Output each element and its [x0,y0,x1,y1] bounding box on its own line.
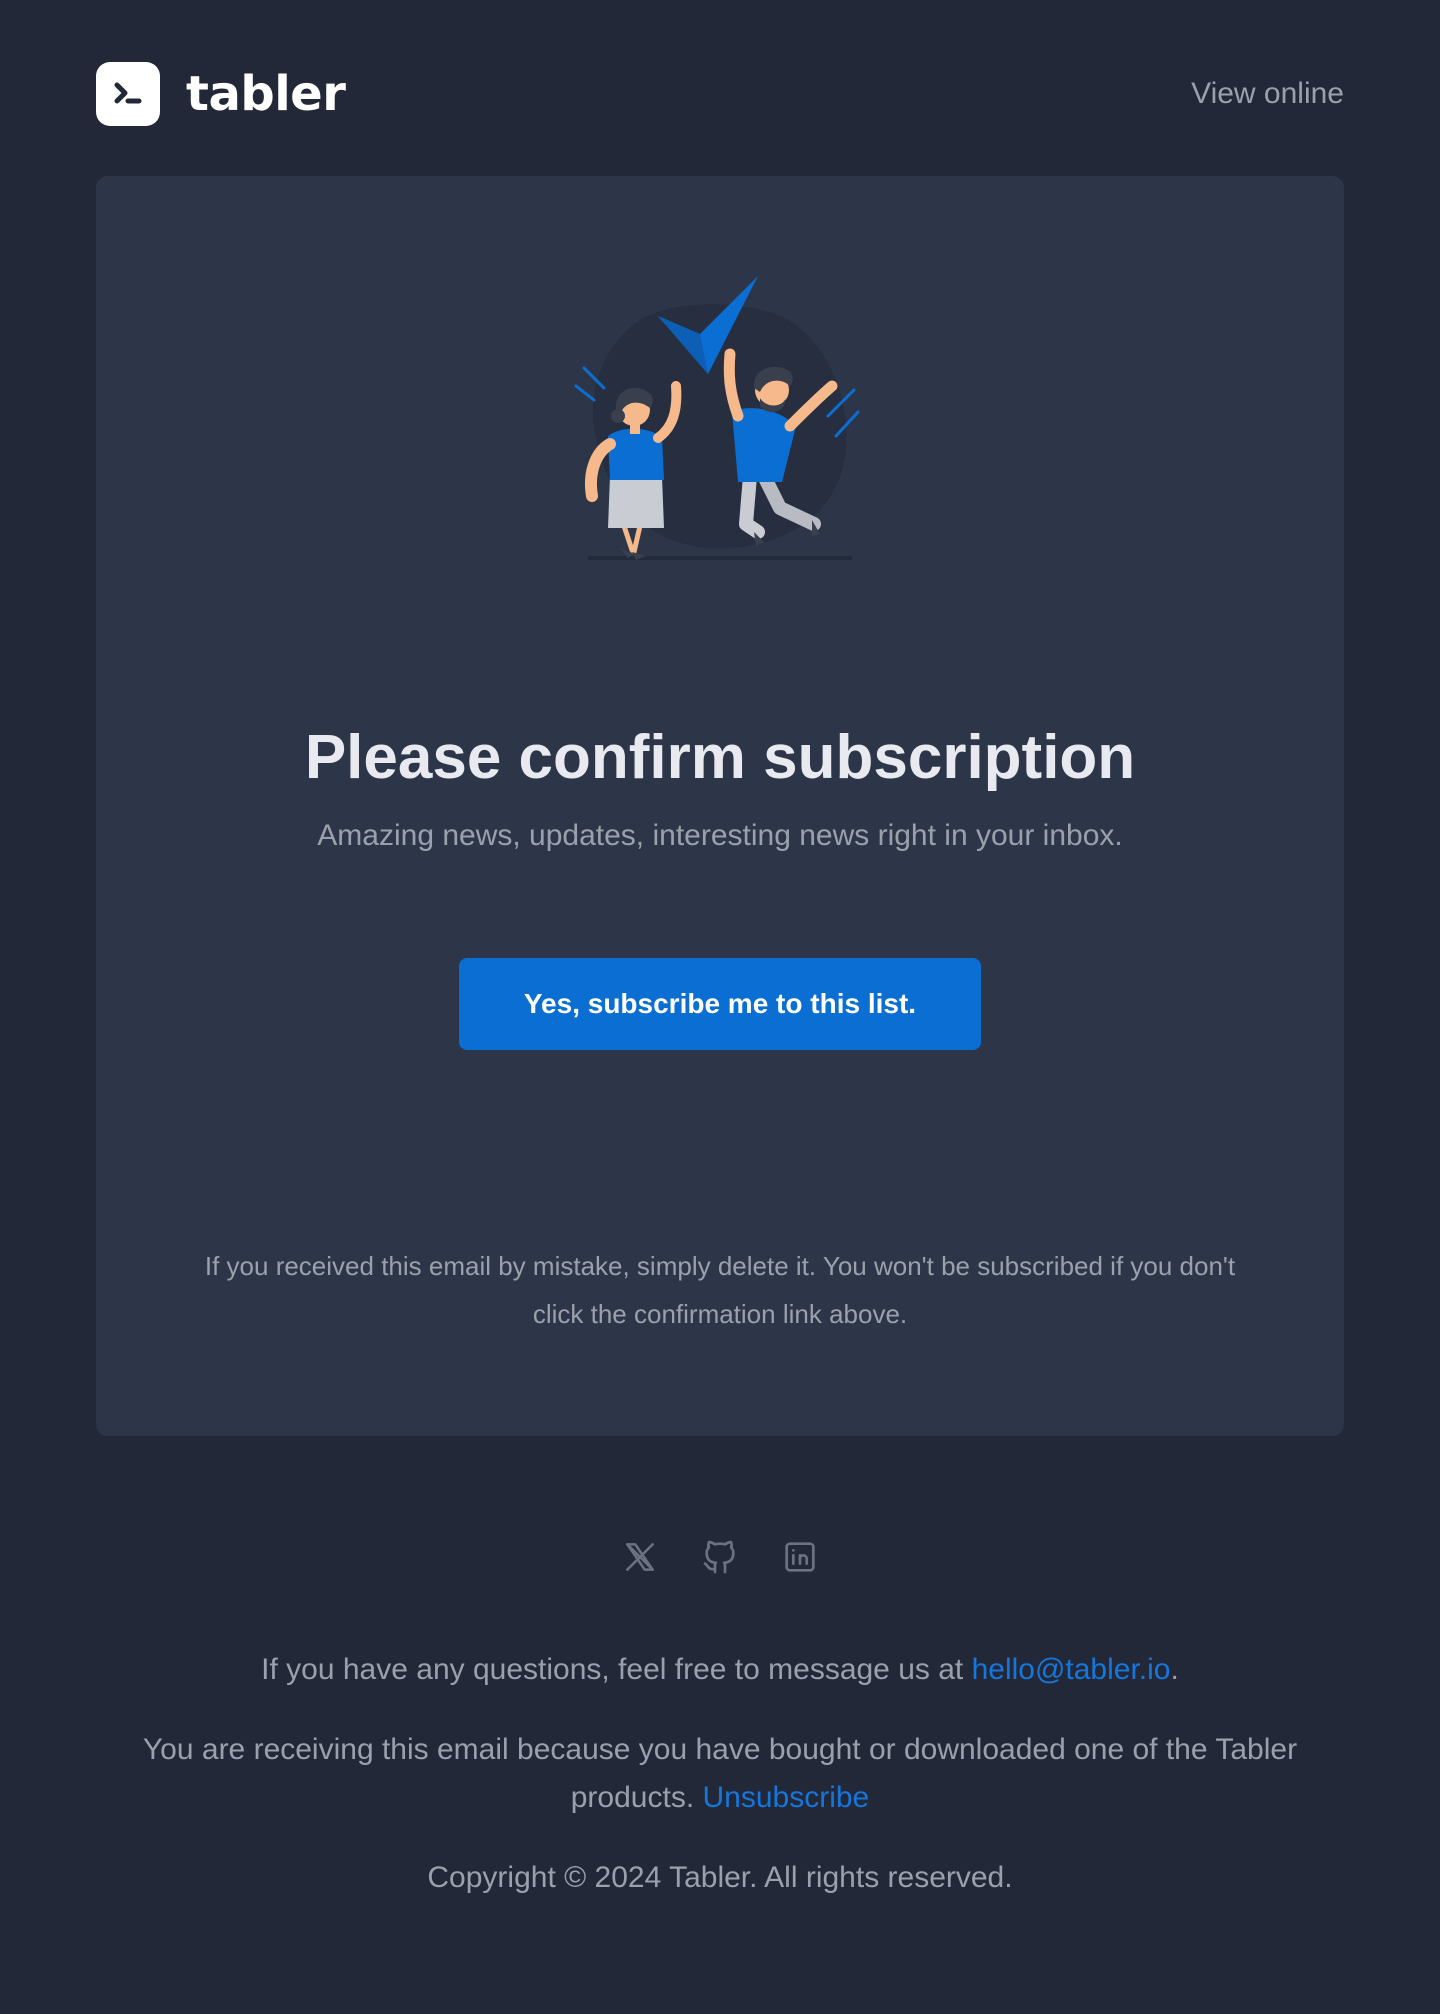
subtitle: Amazing news, updates, interesting news … [317,819,1123,852]
view-online-link[interactable]: View online [1191,77,1344,111]
contact-prefix: If you have any questions, feel free to … [261,1653,972,1686]
brand-name: tabler [186,66,346,122]
contact-line: If you have any questions, feel free to … [96,1646,1344,1694]
github-icon[interactable] [700,1534,740,1580]
disclaimer-text: If you received this email by mistake, s… [204,1251,1236,1329]
confirmation-card: Please confirm subscription Amazing news… [96,176,1344,1436]
contact-email-link[interactable]: hello@tabler.io [972,1653,1171,1686]
unsubscribe-link[interactable]: Unsubscribe [702,1781,869,1814]
x-icon[interactable] [620,1534,660,1580]
copyright: Copyright © 2024 Tabler. All rights rese… [427,1861,1013,1894]
linkedin-icon[interactable] [780,1534,820,1580]
brand-link[interactable]: tabler [96,62,346,126]
email-container: tabler View online Please confirm subscr… [96,0,1344,1894]
subscribe-button[interactable]: Yes, subscribe me to this list. [459,958,981,1050]
email-header: tabler View online [96,0,1344,176]
receiving-notice: You are receiving this email because you… [96,1726,1344,1822]
celebration-illustration [574,276,860,560]
social-links [96,1534,1344,1580]
page-title: Please confirm subscription [304,723,1136,792]
tabler-logo-icon [96,62,160,126]
contact-suffix: . [1170,1653,1179,1686]
